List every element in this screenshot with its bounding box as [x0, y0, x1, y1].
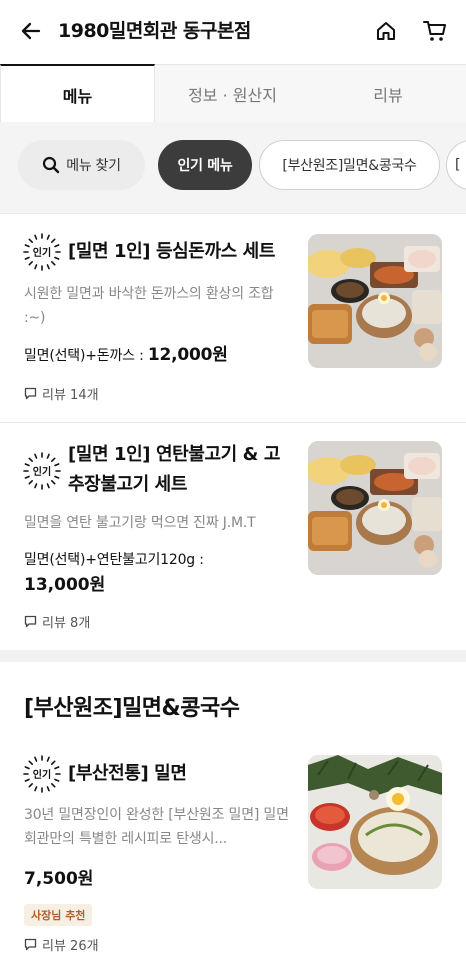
- speech-bubble-icon: [24, 387, 37, 400]
- popular-badge-icon: 인기: [23, 452, 61, 490]
- popular-badge-icon: 인기: [23, 755, 61, 793]
- arrow-left-icon: [21, 22, 41, 40]
- chip-popular-menu[interactable]: 인기 메뉴: [158, 140, 252, 190]
- owner-recommend-tag: 사장님 추천: [24, 904, 93, 926]
- cart-button[interactable]: [420, 16, 450, 46]
- menu-item-image: [308, 755, 442, 889]
- menu-item[interactable]: 인기 [부산전통] 밀면 30년 밀면장인이 완성한 [부산원조 밀면] 밀면회…: [0, 740, 466, 970]
- review-count-label: 리뷰 26개: [42, 939, 99, 954]
- tab-reviews[interactable]: 리뷰: [310, 64, 466, 122]
- menu-item[interactable]: 인기 [밀면 1인] 연탄불고기 & 고추장불고기 세트 밀면을 연탄 불고기랑…: [0, 423, 466, 649]
- popular-badge-icon: 인기: [23, 233, 61, 271]
- tab-menu[interactable]: 메뉴: [0, 64, 155, 123]
- review-count[interactable]: 리뷰 14개: [24, 384, 99, 403]
- price-label: 밀면(선택)+연탄불고기120g :: [24, 552, 204, 568]
- section-separator: [0, 650, 466, 662]
- review-count-label: 리뷰 8개: [42, 616, 91, 631]
- chip-busan-milmyeon[interactable]: [부산원조]밀면&콩국수: [259, 140, 440, 190]
- tab-info-origin[interactable]: 정보 · 원산지: [155, 64, 310, 122]
- search-icon: [43, 156, 60, 174]
- menu-item-title: [밀면 1인] 연탄불고기 & 고추장불고기 세트: [68, 444, 280, 495]
- price-value: 12,000원: [147, 345, 228, 365]
- top-bar: 1980밀면회관 동구본점: [0, 0, 466, 64]
- price-label: 밀면(선택)+돈까스 :: [24, 348, 148, 364]
- price-value: 13,000원: [24, 575, 106, 595]
- menu-item-image: [308, 234, 442, 368]
- category-chips: 메뉴 찾기 인기 메뉴 [부산원조]밀면&콩국수 [: [0, 122, 466, 214]
- menu-item-title: [밀면 1인] 등심돈까스 세트: [68, 241, 275, 262]
- home-button[interactable]: [371, 16, 401, 46]
- review-count[interactable]: 리뷰 8개: [24, 612, 90, 631]
- cart-icon: [423, 21, 446, 41]
- menu-item-description: 30년 밀면장인이 완성한 [부산원조 밀면] 밀면회관만의 특별한 레시피로 …: [24, 807, 289, 847]
- review-count-label: 리뷰 14개: [42, 388, 99, 403]
- back-button[interactable]: [16, 16, 46, 46]
- menu-search-label: 메뉴 찾기: [66, 158, 121, 174]
- menu-item-title: [부산전통] 밀면: [68, 763, 187, 784]
- price-value: 7,500원: [24, 869, 94, 889]
- popular-badge-label: 인기: [33, 465, 51, 478]
- speech-bubble-icon: [24, 615, 37, 628]
- menu-item-description: 밀면을 연탄 불고기랑 먹으면 진짜 J.M.T: [24, 515, 256, 531]
- speech-bubble-icon: [24, 938, 37, 951]
- menu-item-description: 시원한 밀면과 바삭한 돈까스의 환상의 조합 :~): [24, 286, 274, 326]
- menu-search-button[interactable]: 메뉴 찾기: [18, 140, 145, 190]
- menu-item-image: [308, 441, 442, 575]
- home-icon: [377, 22, 395, 40]
- section-title: [부산원조]밀면&콩국수: [24, 696, 240, 721]
- menu-item-price: 밀면(선택)+돈까스 : 12,000원: [24, 344, 228, 367]
- popular-badge-label: 인기: [33, 768, 51, 781]
- review-count[interactable]: 리뷰 26개: [24, 935, 99, 954]
- menu-item[interactable]: 인기 [밀면 1인] 등심돈까스 세트 시원한 밀면과 바삭한 돈까스의 환상의…: [0, 215, 466, 422]
- page-title: 1980밀면회관 동구본점: [58, 20, 251, 42]
- chip-next-category[interactable]: [: [446, 140, 466, 190]
- tab-bar: 메뉴 정보 · 원산지 리뷰: [0, 64, 466, 123]
- popular-badge-label: 인기: [33, 246, 51, 259]
